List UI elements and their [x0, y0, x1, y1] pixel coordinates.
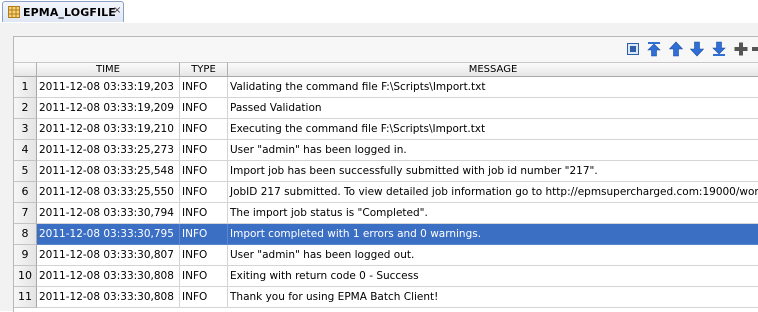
scroll-top-icon[interactable]	[646, 41, 662, 57]
log-grid-container: TIME TYPE MESSAGE 1 2011-12-08 03:33:19,2…	[13, 36, 758, 312]
type-cell[interactable]: INFO	[180, 203, 228, 224]
type-cell[interactable]: INFO	[180, 98, 228, 119]
time-cell[interactable]: 2011-12-08 03:33:25,273	[37, 140, 180, 161]
row-number[interactable]: 2	[14, 98, 37, 119]
row-number[interactable]: 3	[14, 119, 37, 140]
row-number[interactable]: 1	[14, 77, 37, 98]
message-cell[interactable]: Validating the command file F:\Scripts\I…	[228, 77, 758, 98]
table-row[interactable]: 6 2011-12-08 03:33:25,550 INFO JobID 217 su…	[14, 182, 758, 203]
type-cell[interactable]: INFO	[180, 161, 228, 182]
row-number[interactable]: 7	[14, 203, 37, 224]
delete-row-icon[interactable]	[752, 41, 758, 57]
time-cell[interactable]: 2011-12-08 03:33:30,808	[37, 266, 180, 287]
message-cell[interactable]: User "admin" has been logged out.	[228, 245, 758, 266]
freeze-icon[interactable]	[625, 41, 641, 57]
message-cell[interactable]: Import job has been successfully submitt…	[228, 161, 758, 182]
type-cell[interactable]: INFO	[180, 224, 228, 245]
message-cell[interactable]: Thank you for using EPMA Batch Client!	[228, 287, 758, 308]
table-row[interactable]: 11 2011-12-08 03:33:30,808 INFO Thank you f…	[14, 287, 758, 308]
table-row[interactable]: 1 2011-12-08 03:33:19,203 INFO Validating t…	[14, 77, 758, 98]
time-cell[interactable]: 2011-12-08 03:33:30,794	[37, 203, 180, 224]
row-number[interactable]: 4	[14, 140, 37, 161]
message-cell[interactable]: Exiting with return code 0 - Success	[228, 266, 758, 287]
row-number[interactable]: 6	[14, 182, 37, 203]
column-header-message[interactable]: MESSAGE	[228, 62, 758, 77]
log-panel: TIME TYPE MESSAGE 1 2011-12-08 03:33:19,2…	[0, 23, 758, 312]
message-cell[interactable]: Import completed with 1 errors and 0 war…	[228, 224, 758, 245]
scroll-down-icon[interactable]	[689, 41, 705, 57]
type-cell[interactable]: INFO	[180, 140, 228, 161]
table-row[interactable]: 3 2011-12-08 03:33:19,210 INFO Executing th…	[14, 119, 758, 140]
time-cell[interactable]: 2011-12-08 03:33:30,795	[37, 224, 180, 245]
time-cell[interactable]: 2011-12-08 03:33:19,210	[37, 119, 180, 140]
type-cell[interactable]: INFO	[180, 182, 228, 203]
add-row-icon[interactable]	[733, 41, 749, 57]
row-number[interactable]: 10	[14, 266, 37, 287]
message-cell[interactable]: User "admin" has been logged in.	[228, 140, 758, 161]
time-cell[interactable]: 2011-12-08 03:33:25,550	[37, 182, 180, 203]
time-cell[interactable]: 2011-12-08 03:33:19,209	[37, 98, 180, 119]
table-row[interactable]: 10 2011-12-08 03:33:30,808 INFO Exiting wit…	[14, 266, 758, 287]
time-cell[interactable]: 2011-12-08 03:33:30,807	[37, 245, 180, 266]
scroll-up-icon[interactable]	[668, 41, 684, 57]
message-cell[interactable]: JobID 217 submitted. To view detailed jo…	[228, 182, 758, 203]
message-cell[interactable]: Passed Validation	[228, 98, 758, 119]
scroll-bottom-icon[interactable]	[711, 41, 727, 57]
time-cell[interactable]: 2011-12-08 03:33:25,548	[37, 161, 180, 182]
time-cell[interactable]: 2011-12-08 03:33:30,808	[37, 287, 180, 308]
table-row[interactable]: 4 2011-12-08 03:33:25,273 INFO User "admin"…	[14, 140, 758, 161]
message-cell[interactable]: The import job status is "Completed".	[228, 203, 758, 224]
type-cell[interactable]: INFO	[180, 77, 228, 98]
type-cell[interactable]: INFO	[180, 287, 228, 308]
tab-label: EPMA_LOGFILE	[23, 6, 116, 19]
table-row[interactable]: 2 2011-12-08 03:33:19,209 INFO Passed Valid…	[14, 98, 758, 119]
message-cell[interactable]: Executing the command file F:\Scripts\Im…	[228, 119, 758, 140]
type-cell[interactable]: INFO	[180, 266, 228, 287]
tab-epma-logfile[interactable]: EPMA_LOGFILE ×	[2, 1, 124, 22]
close-icon[interactable]: ×	[113, 5, 121, 16]
row-number[interactable]: 5	[14, 161, 37, 182]
table-icon	[8, 6, 20, 18]
table-row[interactable]: 8 2011-12-08 03:33:30,795 INFO Import compl…	[14, 224, 758, 245]
type-cell[interactable]: INFO	[180, 119, 228, 140]
column-header-type[interactable]: TYPE	[180, 62, 228, 77]
grid-toolbar	[14, 37, 758, 62]
tab-strip: EPMA_LOGFILE ×	[0, 0, 758, 24]
table-row[interactable]: 5 2011-12-08 03:33:25,548 INFO Import job h…	[14, 161, 758, 182]
row-number[interactable]: 11	[14, 287, 37, 308]
corner-header	[14, 62, 37, 77]
time-cell[interactable]: 2011-12-08 03:33:19,203	[37, 77, 180, 98]
row-number[interactable]: 8	[14, 224, 37, 245]
type-cell[interactable]: INFO	[180, 245, 228, 266]
row-number[interactable]: 9	[14, 245, 37, 266]
column-header-time[interactable]: TIME	[37, 62, 180, 77]
table-row[interactable]: 9 2011-12-08 03:33:30,807 INFO User "admin"…	[14, 245, 758, 266]
table-row[interactable]: 7 2011-12-08 03:33:30,794 INFO The import j…	[14, 203, 758, 224]
